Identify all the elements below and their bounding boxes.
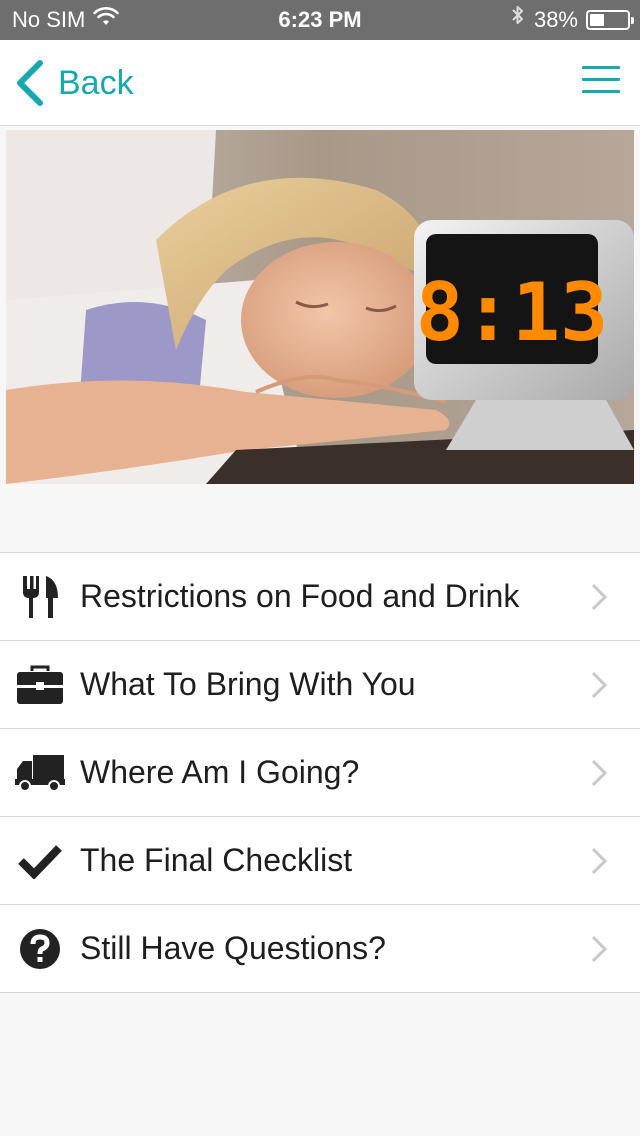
chevron-left-icon xyxy=(17,60,43,106)
menu-item-where-going[interactable]: Where Am I Going? xyxy=(0,729,640,817)
checkmark-icon xyxy=(0,817,80,905)
menu-item-final-checklist[interactable]: The Final Checklist xyxy=(0,817,640,905)
battery-level-fill xyxy=(590,14,604,26)
status-bar: No SIM 6:23 PM 38% xyxy=(0,0,640,40)
battery-percent: 38% xyxy=(533,7,578,32)
navigation-bar: Back xyxy=(0,40,640,126)
menu-item-label: The Final Checklist xyxy=(80,842,353,878)
chevron-right-icon xyxy=(591,935,608,963)
alarm-clock-display: 8:13 xyxy=(416,266,609,359)
hero-image: 8:13 xyxy=(6,130,634,484)
chevron-right-icon xyxy=(591,759,608,787)
chevron-right-icon xyxy=(591,847,608,875)
truck-icon xyxy=(0,729,80,817)
utensils-icon xyxy=(0,553,80,641)
bluetooth-icon xyxy=(510,0,526,40)
menu-item-label: What To Bring With You xyxy=(80,666,416,702)
chevron-right-icon xyxy=(591,671,608,699)
sleeping-woman-alarm-clock-photo: 8:13 xyxy=(6,130,634,484)
hamburger-menu-icon[interactable] xyxy=(582,66,620,98)
status-bar-right: 38% xyxy=(510,0,634,40)
menu-item-label: Where Am I Going? xyxy=(80,754,360,790)
question-circle-icon xyxy=(0,905,80,993)
battery-icon xyxy=(586,10,634,30)
briefcase-icon xyxy=(0,641,80,729)
menu-item-label: Restrictions on Food and Drink xyxy=(80,578,520,614)
chevron-right-icon xyxy=(591,583,608,611)
back-button[interactable]: Back xyxy=(14,40,134,126)
menu-item-food-drink[interactable]: Restrictions on Food and Drink xyxy=(0,553,640,641)
menu-item-label: Still Have Questions? xyxy=(80,930,386,966)
menu-item-questions[interactable]: Still Have Questions? xyxy=(0,905,640,993)
menu-item-what-to-bring[interactable]: What To Bring With You xyxy=(0,641,640,729)
checklist-menu: Restrictions on Food and Drink What To B… xyxy=(0,552,640,993)
back-button-label: Back xyxy=(58,63,134,102)
